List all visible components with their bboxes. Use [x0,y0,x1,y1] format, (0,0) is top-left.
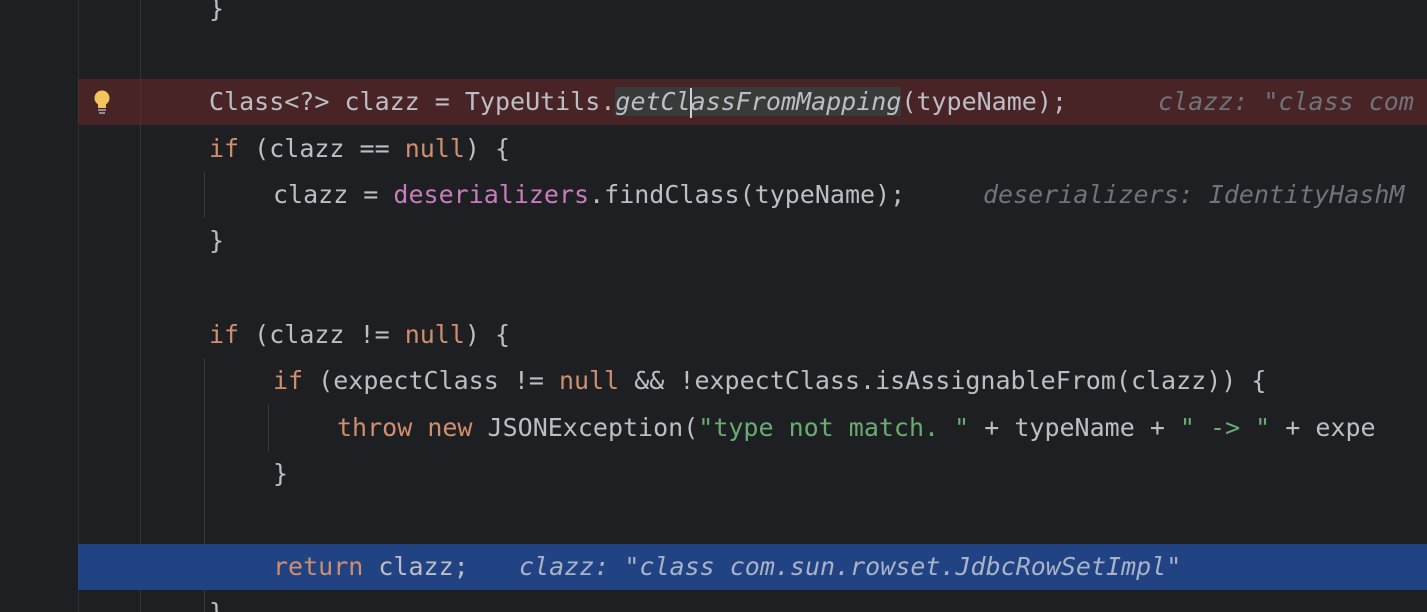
code-text: if (expectClass != null && !expectClass.… [273,358,1266,404]
code-line-execution-point[interactable]: return clazz; clazz: "class com.sun.rows… [78,544,1427,590]
code-line[interactable]: clazz = deserializers.findClass(typeName… [78,172,1427,218]
keyword-token: if [209,134,240,163]
method-token: getClassFromMapping [615,87,902,118]
keyword-token: return [273,552,364,581]
code-line[interactable]: throw new JSONException("type not match.… [78,405,1427,451]
code-editor[interactable]: } Class<?> clazz = TypeUtils.getClassFro… [0,0,1427,612]
code-line[interactable]: } [78,218,1427,264]
method-token-part: assFromMapping [690,87,902,116]
code-token: ) { [464,134,511,163]
code-token: ) { [464,320,511,349]
string-token: "type not match. " [698,413,970,442]
code-token: (clazz == [239,134,405,163]
keyword-token: if [273,366,304,395]
code-token: (expectClass != [303,366,559,395]
code-line[interactable]: } [78,451,1427,497]
inline-debug-hint: deserializers: IdentityHashM [983,180,1405,209]
code-text: Class<?> clazz = TypeUtils.getClassFromM… [209,79,1067,125]
code-line-breakpoint[interactable]: Class<?> clazz = TypeUtils.getClassFromM… [78,79,1427,125]
code-token: .findClass(typeName); [589,180,906,209]
lightbulb-icon[interactable] [92,89,112,117]
field-token: deserializers [393,180,590,209]
code-token: JSONException( [472,413,699,442]
keyword-token: null [558,366,620,395]
code-text: if (clazz != null) { [209,312,510,358]
code-text: clazz = deserializers.findClass(typeName… [273,172,905,218]
code-line[interactable]: if (clazz == null) { [78,126,1427,172]
code-token: clazz = [273,180,394,209]
code-token: Class<?> clazz = TypeUtils. [209,87,616,116]
code-text: throw new JSONException("type not match.… [337,405,1376,451]
code-token: (typeName); [901,87,1067,116]
code-line[interactable]: } [78,0,1427,32]
code-line[interactable]: if (expectClass != null && !expectClass.… [78,358,1427,404]
keyword-token: throw [337,413,413,442]
closing-brace: } [273,459,289,488]
keyword-token: new [427,413,473,442]
closing-brace: } [209,0,225,23]
keyword-token: null [404,134,465,163]
code-text: return clazz; [273,544,469,590]
string-token: " -> " [1179,413,1271,442]
code-token: && !expectClass.isAssignableFrom(clazz))… [619,366,1267,395]
keyword-token: null [404,320,465,349]
closing-brace: } [209,226,225,255]
closing-brace: } [209,590,224,612]
code-token: (clazz != [239,320,405,349]
inline-debug-hint: clazz: "class com [1158,87,1414,116]
editor-gutter[interactable] [0,0,79,612]
code-line[interactable]: } [78,590,1427,612]
keyword-token: if [209,320,240,349]
code-line[interactable]: if (clazz != null) { [78,312,1427,358]
inline-debug-hint: clazz: "class com.sun.rowset.JdbcRowSetI… [519,552,1182,581]
method-token-part: getCl [615,87,691,116]
code-token: + typeName + [969,413,1180,442]
code-text: if (clazz == null) { [209,126,510,172]
code-token: clazz; [363,552,469,581]
code-token: + expe [1270,413,1376,442]
